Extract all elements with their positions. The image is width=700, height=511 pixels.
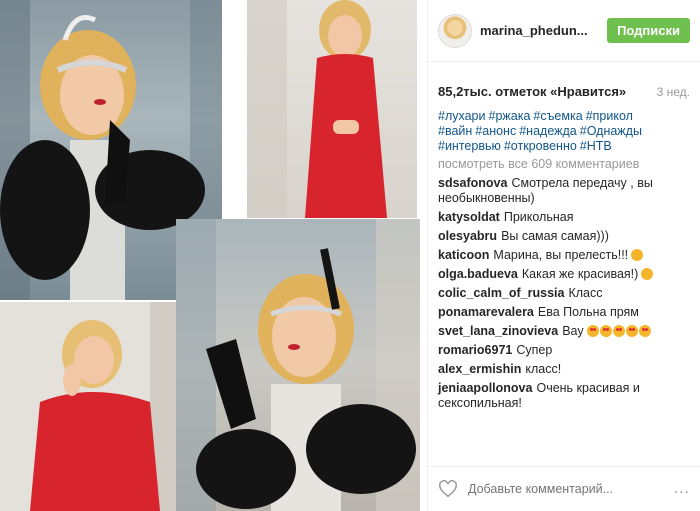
post-header: marina_phedun... Подписки <box>428 0 700 62</box>
smile-emoji-icon <box>631 249 644 261</box>
post-body: #лухари #ржака #съемка #прикол #вайн #анонс #… <box>428 109 700 411</box>
photo-red-dress-seated <box>0 302 176 511</box>
heart-eyes-emoji-icon <box>599 325 612 337</box>
smile-emoji-icon <box>641 268 654 280</box>
photo-flapper-feathers <box>176 219 420 511</box>
comment-text: класс! <box>525 362 562 376</box>
hashtag-link[interactable]: #лухари <box>438 109 486 123</box>
avatar[interactable] <box>438 13 472 48</box>
add-comment-input[interactable] <box>468 482 658 496</box>
comment-username[interactable]: sdsafonova <box>438 176 507 190</box>
hashtag-link[interactable]: #ржака <box>489 109 531 123</box>
hashtag-link[interactable]: #анонс <box>475 124 516 138</box>
post-meta: 85,2тыс. отметок «Нравится» 3 нед. <box>428 62 700 105</box>
hashtag-link[interactable]: #надежда <box>519 124 577 138</box>
heart-eyes-emoji-icon <box>586 325 599 337</box>
hashtag-link[interactable]: #прикол <box>586 109 633 123</box>
caption-hashtags: #лухари #ржака #съемка #прикол #вайн #анонс #… <box>438 109 690 154</box>
comment-text: Супер <box>516 343 553 357</box>
comment-username[interactable]: ponamarevalera <box>438 305 534 319</box>
comment-text: Класс <box>568 286 603 300</box>
comment-text: Марина, вы прелесть!!! <box>493 248 629 262</box>
comment-username[interactable]: katysoldat <box>438 210 500 224</box>
comment-username[interactable]: katicoon <box>438 248 489 262</box>
photo-red-dress-standing <box>247 0 417 218</box>
comment-item: svet_lana_zinovieva Вау <box>438 324 690 339</box>
comment-list: sdsafonova Смотрела передачу , вы необыкн… <box>438 176 690 411</box>
comment-text: Какая же красивая!) <box>521 267 639 281</box>
comment-username[interactable]: svet_lana_zinovieva <box>438 324 558 338</box>
hashtag-link[interactable]: #откровенно <box>504 139 577 153</box>
hashtag-link[interactable]: #НТВ <box>580 139 612 153</box>
heart-eyes-emoji-icon <box>612 325 625 337</box>
post-panel: marina_phedun... Подписки 85,2тыс. отмет… <box>427 0 700 511</box>
comment-item: sdsafonova Смотрела передачу , вы необыкн… <box>438 176 690 206</box>
username-link[interactable]: marina_phedun... <box>480 23 600 38</box>
photo-collage[interactable] <box>0 0 427 511</box>
comment-text: Ева Польна прям <box>537 305 639 319</box>
follow-button[interactable]: Подписки <box>607 18 690 43</box>
heart-eyes-emoji-icon <box>638 325 651 337</box>
comment-item: jeniaapollonova Очень красивая и сексопил… <box>438 381 690 411</box>
likes-count[interactable]: 85,2тыс. отметок «Нравится» <box>438 84 626 99</box>
comment-text: Вы самая самая))) <box>501 229 609 243</box>
heart-icon[interactable] <box>438 480 458 498</box>
comment-username[interactable]: alex_ermishin <box>438 362 521 376</box>
hashtag-link[interactable]: #вайн <box>438 124 472 138</box>
comment-item: colic_calm_of_russia Класс <box>438 286 690 301</box>
comment-item: ponamarevalera Ева Польна прям <box>438 305 690 320</box>
comment-username[interactable]: romario6971 <box>438 343 512 357</box>
more-options-icon[interactable]: ... <box>674 480 690 498</box>
comment-item: olga.badueva Какая же красивая!) <box>438 267 690 282</box>
post-date: 3 нед. <box>656 85 690 99</box>
view-all-comments-link[interactable]: посмотреть все 609 комментариев <box>438 157 690 172</box>
comment-item: olesyabru Вы самая самая))) <box>438 229 690 244</box>
comment-item: alex_ermishin класс! <box>438 362 690 377</box>
comment-text: Вау <box>562 324 584 338</box>
hashtag-link[interactable]: #съемка <box>533 109 582 123</box>
comment-item: katicoon Марина, вы прелесть!!! <box>438 248 690 263</box>
comment-text: Прикольная <box>503 210 574 224</box>
post-footer: ... <box>428 466 700 511</box>
comment-username[interactable]: jeniaapollonova <box>438 381 532 395</box>
hashtag-link[interactable]: #интервью <box>438 139 501 153</box>
comment-item: katysoldat Прикольная <box>438 210 690 225</box>
comment-item: romario6971 Супер <box>438 343 690 358</box>
comment-username[interactable]: colic_calm_of_russia <box>438 286 564 300</box>
hashtag-link[interactable]: #Однажды <box>580 124 642 138</box>
comment-username[interactable]: olesyabru <box>438 229 497 243</box>
heart-eyes-emoji-icon <box>625 325 638 337</box>
comment-username[interactable]: olga.badueva <box>438 267 518 281</box>
